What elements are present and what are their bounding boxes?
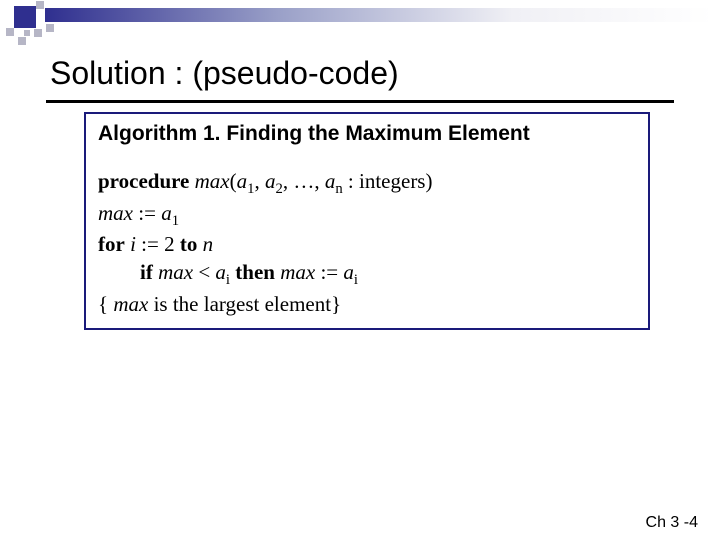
var-i: i (125, 232, 136, 256)
var-a: a (237, 169, 248, 193)
deco-dot (18, 37, 26, 45)
deco-dot (46, 24, 54, 32)
fn-name: max (189, 169, 229, 193)
slide-footer: Ch 3 -4 (646, 514, 698, 532)
sep: , …, (283, 169, 325, 193)
algorithm-box: Algorithm 1. Finding the Maximum Element… (84, 112, 650, 330)
paren-open: ( (230, 169, 237, 193)
header-gradient-bar (45, 8, 713, 22)
deco-dot (6, 28, 14, 36)
deco-dot (24, 30, 30, 36)
slide: Solution : (pseudo-code) Algorithm 1. Fi… (0, 0, 720, 540)
subscript: n (335, 181, 342, 197)
deco-dot (34, 29, 42, 37)
var-max: max (153, 260, 193, 284)
assign-op: := (315, 260, 343, 284)
deco-dot (36, 1, 44, 9)
var-a: a (265, 169, 276, 193)
var-a: a (161, 201, 172, 225)
code-line-3: for i := 2 to n (98, 231, 636, 259)
sep: , (254, 169, 265, 193)
keyword-if: if (140, 260, 153, 284)
keyword-to: to (180, 232, 198, 256)
keyword-then: then (235, 260, 275, 284)
keyword-procedure: procedure (98, 169, 189, 193)
keyword-for: for (98, 232, 125, 256)
code-line-2: max := a1 (98, 200, 636, 232)
assign-op: := (133, 201, 161, 225)
var-max: max (108, 292, 148, 316)
slide-title: Solution : (pseudo-code) (50, 55, 399, 92)
subscript: i (354, 272, 358, 288)
algorithm-heading: Algorithm 1. Finding the Maximum Element (98, 122, 636, 146)
corner-accent-square (14, 6, 36, 28)
lt-op: < (193, 260, 215, 284)
var-a: a (325, 169, 336, 193)
code-line-4: if max < ai then max := ai (98, 259, 636, 291)
var-a: a (215, 260, 226, 284)
var-max: max (98, 201, 133, 225)
code-line-5: { max is the largest element} (98, 291, 636, 319)
code-line-1: procedure max(a1, a2, …, an : integers) (98, 168, 636, 200)
var-max: max (275, 260, 315, 284)
subscript: 2 (275, 181, 282, 197)
var-a: a (343, 260, 354, 284)
comment-text: is the largest element} (148, 292, 341, 316)
subscript: 1 (172, 213, 179, 229)
var-n: n (197, 232, 213, 256)
title-underline (46, 100, 674, 103)
tail-text: : integers) (343, 169, 433, 193)
brace-open: { (98, 292, 108, 316)
text: := 2 (136, 232, 180, 256)
